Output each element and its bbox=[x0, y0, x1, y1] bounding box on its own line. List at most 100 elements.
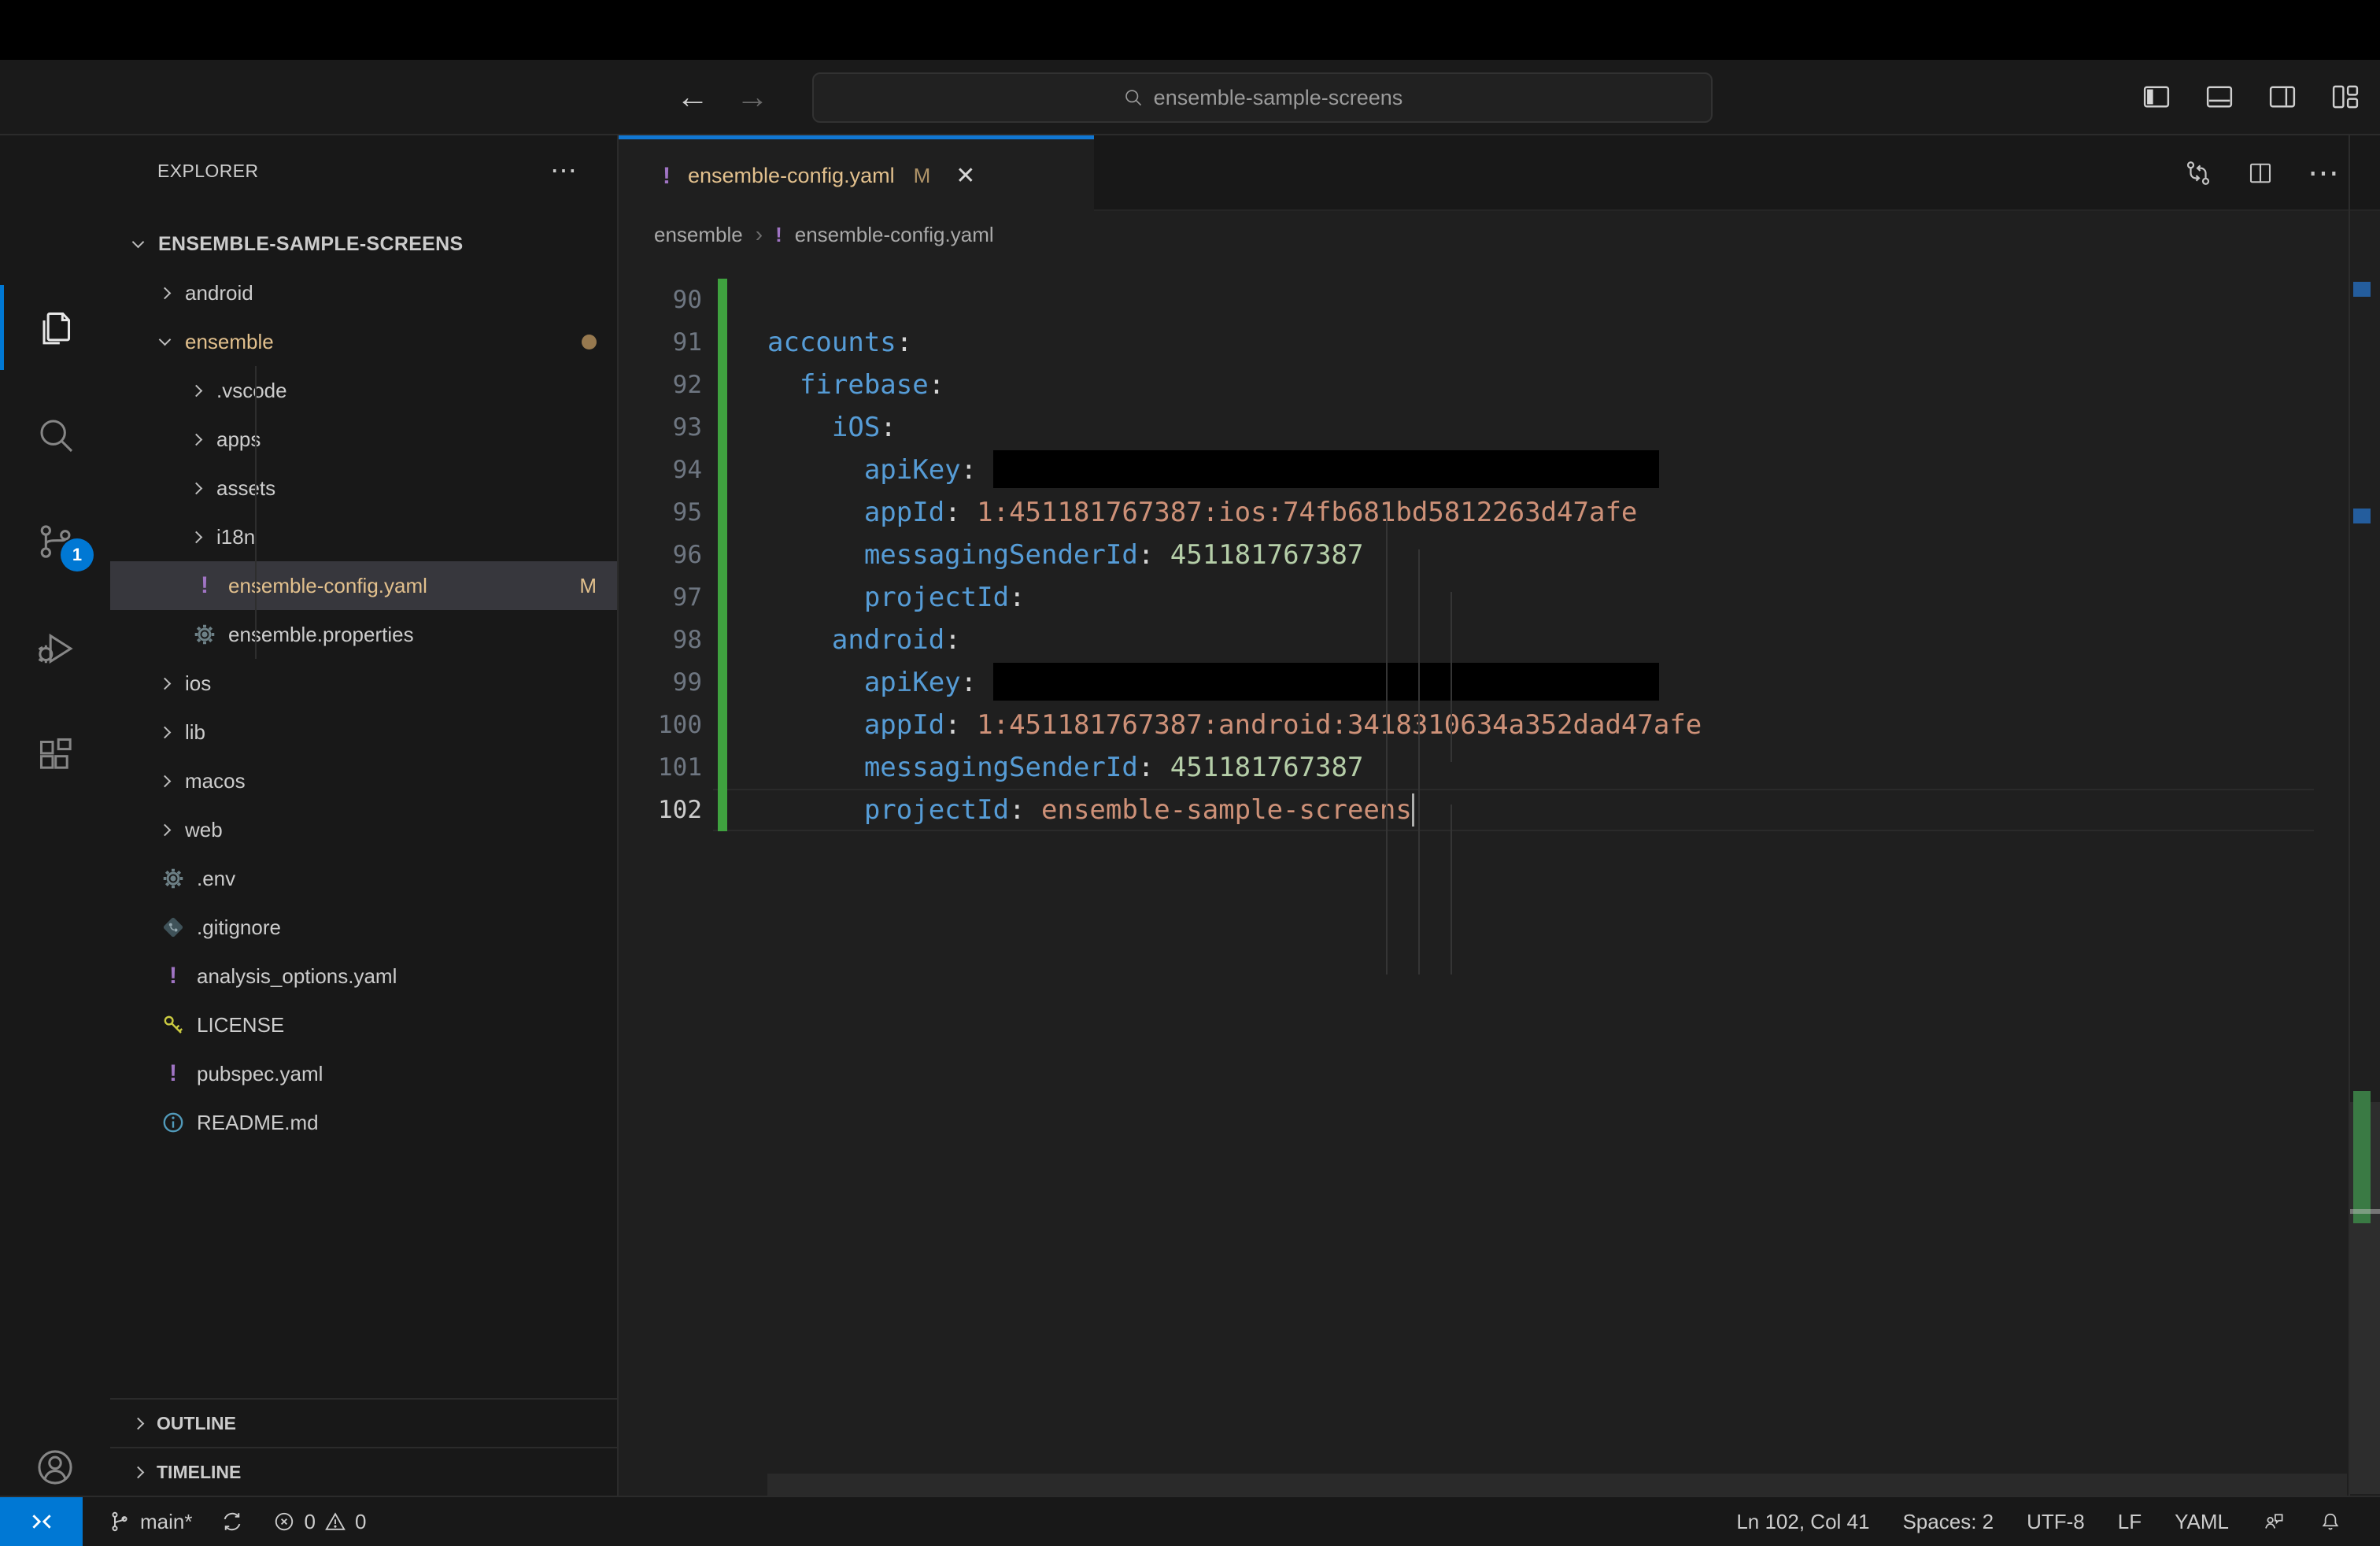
cursor-position[interactable]: Ln 102, Col 41 bbox=[1725, 1497, 1880, 1546]
tree-file-pubspec.yaml[interactable]: ! pubspec.yaml bbox=[110, 1049, 617, 1098]
toggle-primary-sidebar-icon[interactable] bbox=[2139, 80, 2174, 114]
gutter-added-indicator bbox=[718, 364, 727, 406]
text-cursor bbox=[1412, 793, 1414, 827]
status-bar: main* 0 0 Ln 102, Col 41 Spaces: 2 UTF-8 LF YA… bbox=[0, 1496, 2380, 1546]
command-center[interactable]: ensemble-sample-screens bbox=[812, 72, 1713, 123]
tree-folder-macos[interactable]: macos bbox=[110, 756, 617, 805]
code-line-90[interactable]: 90 bbox=[619, 279, 2349, 321]
tree-folder-assets[interactable]: assets bbox=[110, 464, 617, 512]
remote-indicator[interactable] bbox=[0, 1497, 83, 1546]
explorer-sidebar: EXPLORER ⋯ ENSEMBLE-SAMPLE-SCREENS androi… bbox=[110, 135, 619, 1496]
split-editor-icon[interactable] bbox=[2246, 159, 2275, 187]
toggle-panel-icon[interactable] bbox=[2202, 80, 2237, 114]
indent-guide bbox=[1386, 507, 1388, 975]
code-line-97[interactable]: 97 projectId: bbox=[619, 576, 2349, 619]
tree-file-LICENSE[interactable]: LICENSE bbox=[110, 1000, 617, 1049]
tree-folder-ensemble[interactable]: ensemble bbox=[110, 317, 617, 366]
code-line-99[interactable]: 99 apiKey: bbox=[619, 661, 2349, 704]
titlebar: ← → ensemble-sample-screens bbox=[0, 60, 2380, 135]
code-text: projectId: ensemble-sample-screens bbox=[863, 794, 1412, 826]
code-line-102[interactable]: 102 projectId: ensemble-sample-screens bbox=[619, 789, 2349, 831]
redacted-api-key bbox=[992, 662, 1659, 701]
code-line-95[interactable]: 95 appId: 1:451181767387:ios:74fb681bd58… bbox=[619, 491, 2349, 534]
code-line-93[interactable]: 93 iOS: bbox=[619, 406, 2349, 449]
activity-source-control-icon[interactable]: 1 bbox=[0, 488, 110, 595]
tab-ensemble-config[interactable]: ! ensemble-config.yaml M ✕ bbox=[619, 135, 1094, 213]
tree-folder-i18n[interactable]: i18n bbox=[110, 512, 617, 561]
status-label: 0 bbox=[354, 1509, 367, 1533]
open-changes-icon[interactable] bbox=[2183, 158, 2213, 188]
tree-folder-web[interactable]: web bbox=[110, 805, 617, 854]
tree-file-README.md[interactable]: README.md bbox=[110, 1098, 617, 1147]
code-editor[interactable]: 90 91 accounts: 92 firebase: 93 iOS: 94 apiKe… bbox=[619, 279, 2349, 831]
tree-folder-lib[interactable]: lib bbox=[110, 708, 617, 756]
chevron-right-icon bbox=[190, 531, 203, 543]
indentation[interactable]: Spaces: 2 bbox=[1891, 1497, 2005, 1546]
status-label: main* bbox=[140, 1509, 193, 1533]
tree-file-analysis_options.yaml[interactable]: ! analysis_options.yaml bbox=[110, 952, 617, 1000]
notifications-bell[interactable] bbox=[2308, 1497, 2353, 1546]
feedback-button[interactable] bbox=[2251, 1497, 2297, 1546]
yaml-icon: ! bbox=[663, 162, 671, 189]
back-button[interactable]: ← bbox=[671, 60, 715, 134]
problems-indicator[interactable]: 00 bbox=[261, 1497, 377, 1546]
code-line-100[interactable]: 100 appId: 1:451181767387:android:341831… bbox=[619, 704, 2349, 746]
language-mode[interactable]: YAML bbox=[2164, 1497, 2240, 1546]
code-text: messagingSenderId: 451181767387 bbox=[863, 539, 1364, 571]
gutter-added-indicator bbox=[718, 789, 727, 831]
tree-folder-apps[interactable]: apps bbox=[110, 415, 617, 464]
code-line-101[interactable]: 101 messagingSenderId: 451181767387 bbox=[619, 746, 2349, 789]
horizontal-scrollbar[interactable] bbox=[767, 1474, 2347, 1496]
line-number: 90 bbox=[672, 286, 702, 314]
code-line-91[interactable]: 91 accounts: bbox=[619, 321, 2349, 364]
activity-run-debug-icon[interactable] bbox=[0, 595, 110, 702]
line-number: 99 bbox=[672, 668, 702, 697]
code-line-92[interactable]: 92 firebase: bbox=[619, 364, 2349, 406]
forward-button[interactable]: → bbox=[730, 60, 774, 134]
status-label: Spaces: 2 bbox=[1902, 1509, 1994, 1533]
tree-root-folder[interactable]: ENSEMBLE-SAMPLE-SCREENS bbox=[110, 220, 617, 268]
gutter-added-indicator bbox=[718, 406, 727, 449]
tree-folder-android[interactable]: android bbox=[110, 268, 617, 317]
tree-folder-ios[interactable]: ios bbox=[110, 659, 617, 708]
sync-button[interactable] bbox=[209, 1497, 255, 1546]
code-line-96[interactable]: 96 messagingSenderId: 451181767387 bbox=[619, 534, 2349, 576]
breadcrumb-file[interactable]: ensemble-config.yaml bbox=[795, 223, 994, 247]
command-center-label: ensemble-sample-screens bbox=[1153, 85, 1403, 109]
vertical-scrollbar[interactable] bbox=[2349, 135, 2380, 1496]
tree-folder-.vscode[interactable]: .vscode bbox=[110, 366, 617, 415]
gutter-added-indicator bbox=[718, 491, 727, 534]
eol[interactable]: LF bbox=[2107, 1497, 2153, 1546]
activity-search-icon[interactable] bbox=[0, 381, 110, 488]
activity-extensions-icon[interactable] bbox=[0, 702, 110, 809]
tree-item-label: ensemble-config.yaml bbox=[228, 573, 427, 597]
breadcrumb-folder[interactable]: ensemble bbox=[654, 223, 743, 247]
tree-file-.env[interactable]: .env bbox=[110, 854, 617, 903]
yaml-icon: ! bbox=[201, 572, 209, 598]
tree-file-.gitignore[interactable]: .gitignore bbox=[110, 903, 617, 952]
toggle-secondary-sidebar-icon[interactable] bbox=[2265, 80, 2300, 114]
tree-file-ensemble-config.yaml[interactable]: ! ensemble-config.yaml M bbox=[110, 561, 617, 610]
customize-layout-icon[interactable] bbox=[2328, 80, 2363, 114]
explorer-more-actions-button[interactable]: ⋯ bbox=[550, 135, 579, 206]
yaml-icon: ! bbox=[169, 963, 177, 989]
root-folder-label: ENSEMBLE-SAMPLE-SCREENS bbox=[158, 232, 464, 255]
branch-indicator[interactable]: main* bbox=[96, 1497, 203, 1546]
editor-more-actions-button[interactable]: ⋯ bbox=[2308, 155, 2339, 191]
tab-close-button[interactable]: ✕ bbox=[955, 162, 975, 190]
code-line-98[interactable]: 98 android: bbox=[619, 619, 2349, 661]
gutter-added-indicator bbox=[718, 661, 727, 704]
gutter-added-indicator bbox=[718, 449, 727, 491]
tab-modified-badge: M bbox=[913, 164, 931, 187]
menubar-strip bbox=[0, 0, 2380, 60]
encoding[interactable]: UTF-8 bbox=[2016, 1497, 2096, 1546]
code-line-94[interactable]: 94 apiKey: bbox=[619, 449, 2349, 491]
tree-item-label: web bbox=[185, 817, 223, 841]
code-text: projectId: bbox=[863, 582, 1026, 613]
chevron-right-icon bbox=[190, 433, 203, 446]
section-timeline[interactable]: TIMELINE bbox=[110, 1447, 617, 1496]
code-text: apiKey: bbox=[767, 449, 1659, 491]
tree-file-ensemble.properties[interactable]: ensemble.properties bbox=[110, 610, 617, 659]
section-outline[interactable]: OUTLINE bbox=[110, 1398, 617, 1447]
activity-explorer-icon[interactable] bbox=[0, 274, 110, 381]
